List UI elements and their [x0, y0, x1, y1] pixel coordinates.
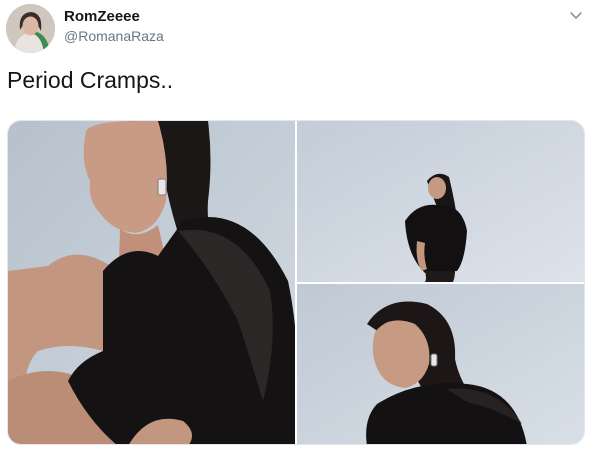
photo-full-figure [297, 121, 584, 282]
author-handle[interactable]: @RomanaRaza [64, 28, 164, 44]
tweet-photo-1[interactable] [8, 121, 295, 444]
tweet-menu-button[interactable] [566, 8, 586, 24]
author-avatar[interactable] [6, 4, 55, 53]
tweet-media-grid [7, 120, 585, 445]
tweet-photo-2[interactable] [297, 121, 584, 282]
tweet-photo-3[interactable] [297, 284, 584, 444]
photo-shoulder-portrait [297, 284, 584, 444]
tweet-text: Period Cramps.. [7, 67, 174, 93]
author-display-name[interactable]: RomZeeee [64, 8, 140, 25]
photo-portrait-closeup [8, 121, 295, 444]
chevron-down-icon [570, 12, 582, 19]
avatar-photo [6, 4, 55, 53]
